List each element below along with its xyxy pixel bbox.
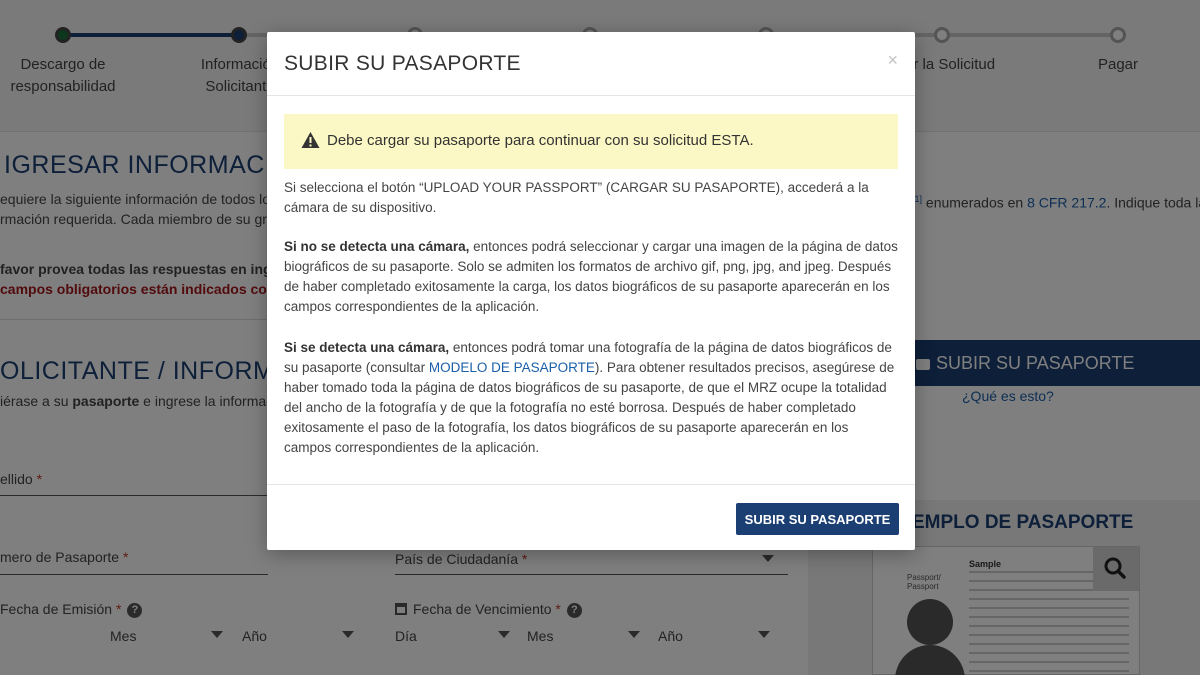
warning-icon	[301, 132, 320, 148]
close-button[interactable]: ×	[887, 50, 898, 71]
passport-sample-link[interactable]: MODELO DE PASAPORTE	[429, 360, 595, 375]
upload-passport-modal: SUBIR SU PASAPORTE × Debe cargar su pasa…	[267, 32, 915, 550]
modal-header: SUBIR SU PASAPORTE ×	[267, 32, 915, 96]
warning-alert: Debe cargar su pasaporte para continuar …	[284, 114, 898, 169]
camera-heading: Si se detecta una cámara,	[284, 340, 450, 355]
upload-passport-button[interactable]: SUBIR SU PASAPORTE	[736, 503, 899, 535]
no-camera-heading: Si no se detecta una cámara,	[284, 239, 470, 254]
modal-footer-divider	[267, 484, 915, 485]
modal-paragraph-1: Si selecciona el botón “UPLOAD YOUR PASS…	[284, 180, 869, 215]
alert-text: Debe cargar su pasaporte para continuar …	[327, 132, 754, 149]
modal-paragraph-3: Si se detecta una cámara, entonces podrá…	[284, 338, 898, 458]
modal-title: SUBIR SU PASAPORTE	[284, 52, 521, 75]
modal-paragraph-2: Si no se detecta una cámara, entonces po…	[284, 237, 898, 317]
